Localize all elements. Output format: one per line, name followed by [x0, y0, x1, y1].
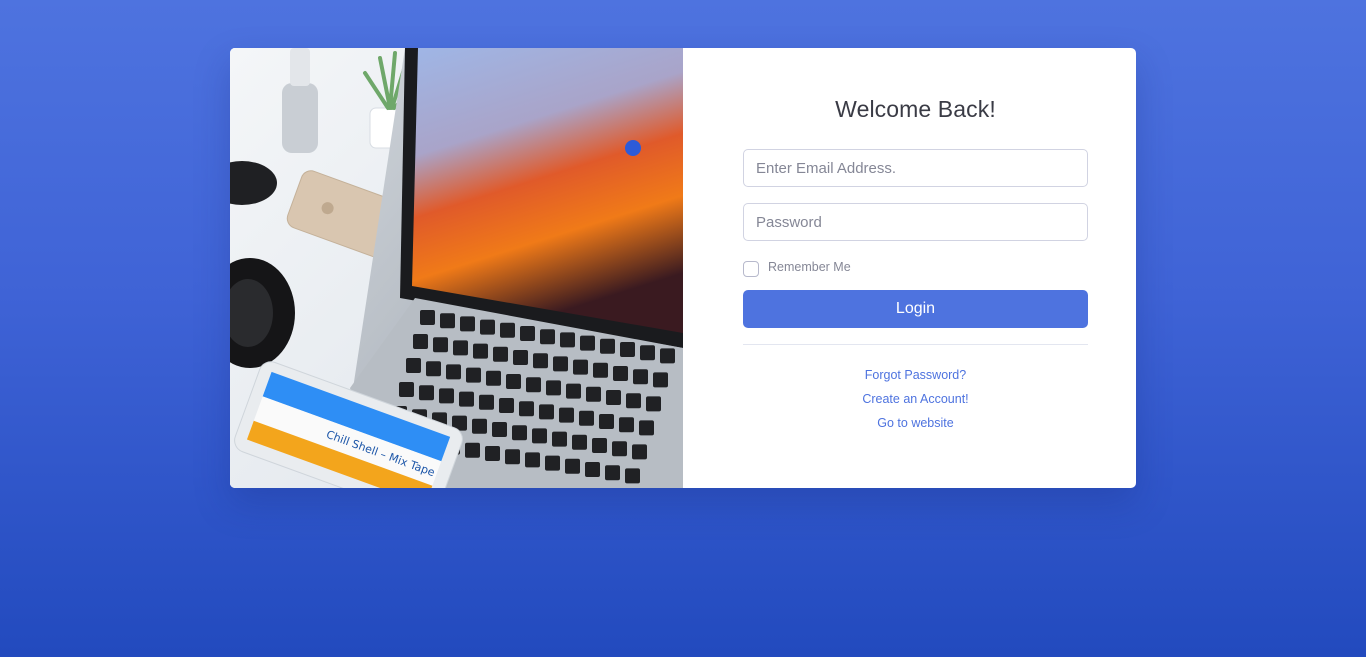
- laptop-desk-photo: Chill Shell – Mix Tape: [230, 48, 683, 488]
- keyboard-key: [625, 468, 640, 484]
- keyboard-key: [586, 386, 601, 402]
- keyboard-key: [653, 372, 668, 388]
- page-title: Welcome Back!: [835, 96, 996, 122]
- keyboard-key: [559, 407, 574, 423]
- keyboard-key: [399, 382, 414, 397]
- keyboard-key: [506, 374, 521, 389]
- keyboard-key: [499, 398, 514, 413]
- keyboard-key: [446, 364, 461, 380]
- keyboard-key: [460, 316, 475, 332]
- keyboard-key: [406, 358, 421, 373]
- keyboard-key: [592, 438, 607, 453]
- keyboard-key: [620, 342, 635, 357]
- keyboard-key: [593, 362, 608, 378]
- keyboard-key: [453, 340, 468, 356]
- keyboard-key: [600, 338, 615, 354]
- keyboard-key: [492, 422, 507, 437]
- remember-me-label[interactable]: Remember Me: [768, 258, 851, 276]
- keyboard-key: [546, 380, 561, 396]
- keyboard-key: [533, 353, 548, 369]
- keyboard-key: [419, 385, 434, 401]
- keyboard-key: [473, 343, 488, 359]
- keyboard-key: [440, 313, 455, 329]
- keyboard-key: [639, 420, 654, 436]
- keyboard-key: [486, 370, 501, 386]
- keyboard-key: [466, 367, 481, 383]
- keyboard-key: [572, 434, 587, 450]
- email-field[interactable]: [743, 149, 1088, 187]
- keyboard-key: [413, 334, 428, 349]
- keyboard-key: [433, 337, 448, 353]
- keyboard-key: [605, 465, 620, 481]
- keyboard-key: [560, 332, 575, 348]
- keyboard-key: [526, 377, 541, 393]
- keyboard-key: [626, 393, 641, 409]
- keyboard-key: [539, 404, 554, 420]
- go-to-website-link[interactable]: Go to website: [877, 415, 953, 431]
- keyboard-key: [520, 326, 535, 341]
- keyboard-key: [612, 441, 627, 457]
- keyboard-key: [646, 396, 661, 412]
- keyboard-key: [465, 442, 480, 458]
- keyboard-key: [579, 410, 594, 426]
- login-button[interactable]: Login: [743, 290, 1088, 328]
- keyboard-key: [619, 417, 634, 433]
- keyboard-key: [613, 366, 628, 381]
- keyboard-key: [513, 350, 528, 365]
- keyboard-key: [472, 418, 487, 434]
- keyboard-key: [633, 369, 648, 385]
- keyboard-key: [532, 428, 547, 444]
- auth-links: Forgot Password? Create an Account! Go t…: [743, 367, 1088, 431]
- keyboard-key: [606, 390, 621, 405]
- keyboard-key: [553, 356, 568, 372]
- keyboard-key: [660, 348, 675, 364]
- keyboard-key: [505, 449, 520, 465]
- login-hero-image: Chill Shell – Mix Tape: [230, 48, 683, 488]
- password-field[interactable]: [743, 203, 1088, 241]
- login-card: Chill Shell – Mix Tape Welcome Back! Rem…: [230, 48, 1136, 488]
- keyboard-key: [632, 444, 647, 460]
- divider: [743, 344, 1088, 345]
- keyboard-key: [573, 359, 588, 375]
- remember-me-checkbox[interactable]: [743, 261, 759, 277]
- keyboard-key: [459, 391, 474, 407]
- login-form: Welcome Back! Remember Me Login Forgot P…: [683, 48, 1136, 488]
- remember-me-row: Remember Me: [743, 258, 1088, 277]
- keyboard-key: [500, 322, 515, 338]
- create-account-link[interactable]: Create an Account!: [862, 391, 968, 407]
- keyboard-key: [485, 446, 500, 461]
- keyboard-key: [599, 414, 614, 429]
- keyboard-key: [585, 462, 600, 477]
- keyboard-key: [493, 346, 508, 362]
- keyboard-key: [566, 383, 581, 399]
- keyboard-key: [519, 401, 534, 417]
- keyboard-key: [580, 335, 595, 351]
- keyboard-key: [545, 455, 560, 471]
- keyboard-key: [512, 425, 527, 441]
- keyboard-key: [640, 345, 655, 361]
- keyboard-key: [565, 458, 580, 474]
- keyboard-key: [439, 388, 454, 404]
- keyboard-key: [525, 452, 540, 468]
- keyboard-key: [552, 431, 567, 447]
- keyboard-key: [480, 319, 495, 335]
- forgot-password-link[interactable]: Forgot Password?: [865, 367, 966, 383]
- keyboard-key: [420, 310, 435, 325]
- keyboard-key: [479, 394, 494, 410]
- keyboard-key: [540, 329, 555, 345]
- keyboard-key: [426, 361, 441, 377]
